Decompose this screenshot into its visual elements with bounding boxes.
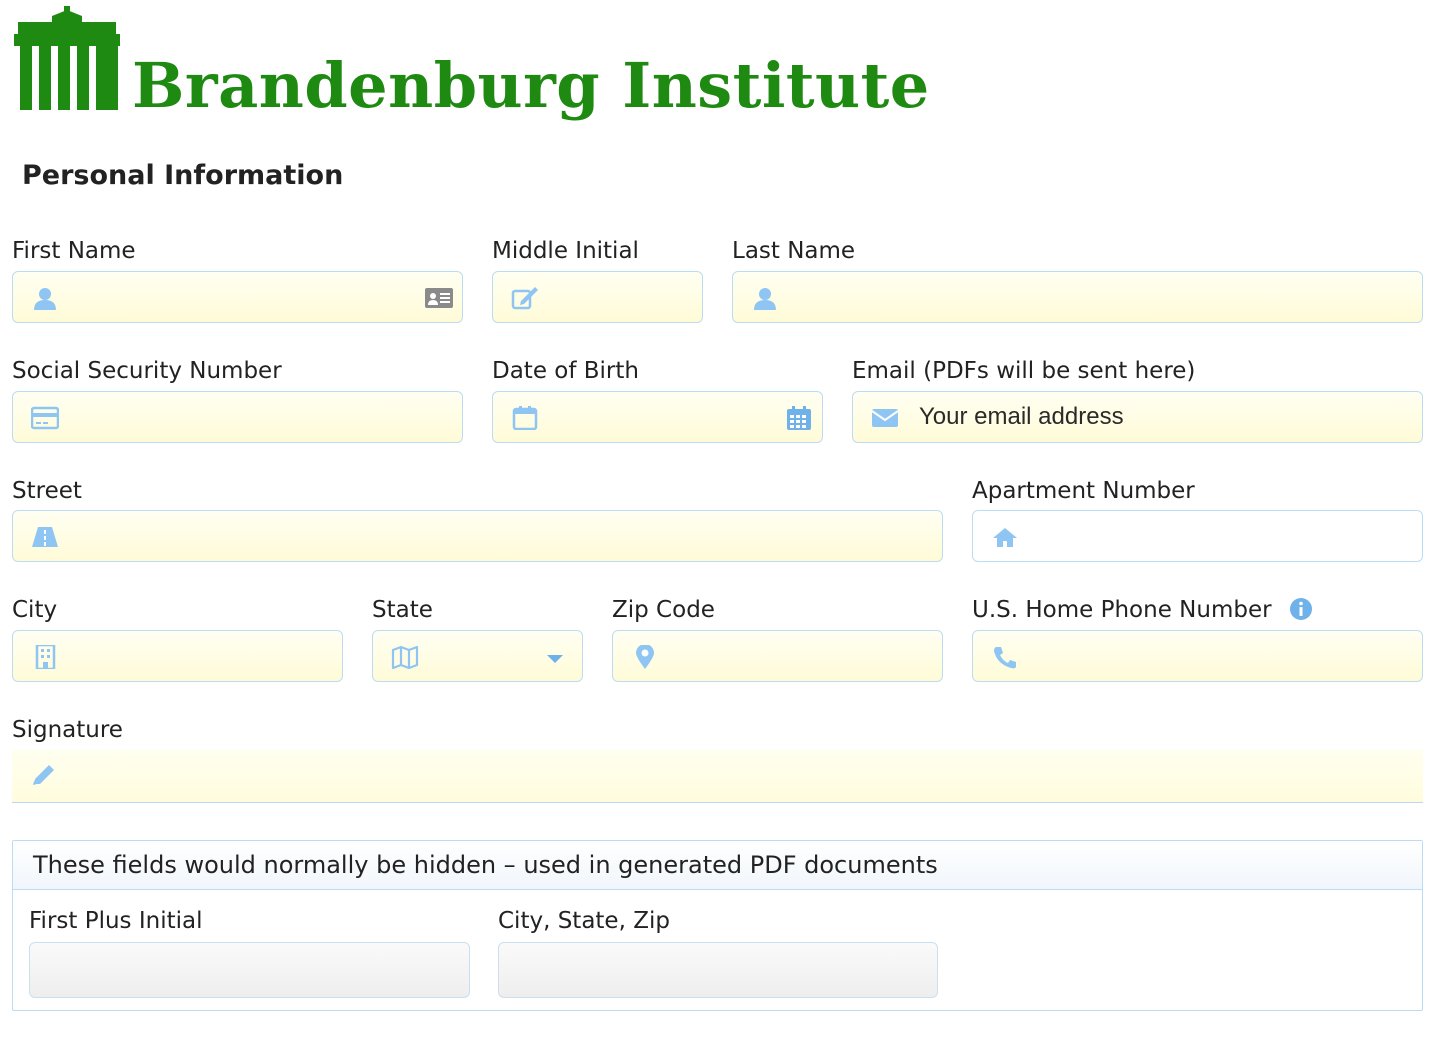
email-label: Email (PDFs will be sent here) [852,358,1196,384]
id-card-icon [425,288,453,308]
calendar-grid-icon[interactable] [784,406,814,430]
zip-field[interactable] [612,630,943,682]
last-name-label: Last Name [732,238,856,264]
city-state-zip-label: City, State, Zip [498,908,670,934]
middle-initial-field[interactable] [492,271,703,323]
city-field[interactable] [12,630,343,682]
dob-input[interactable] [493,392,822,442]
last-name-input[interactable] [733,272,1422,322]
hidden-fields-panel: These fields would normally be hidden – … [12,840,1423,1011]
signature-label: Signature [12,717,123,743]
info-icon[interactable] [1289,597,1313,621]
first-plus-initial-field[interactable] [29,942,470,998]
email-input[interactable] [853,392,1422,442]
first-name-label: First Name [12,238,136,264]
phone-input[interactable] [973,631,1422,681]
ssn-field[interactable] [12,391,463,443]
first-plus-initial-input[interactable] [30,943,469,997]
middle-initial-label: Middle Initial [492,238,639,264]
brand-name: Brandenburg Institute [132,49,930,122]
ssn-label: Social Security Number [12,358,282,384]
caret-down-icon[interactable] [540,645,570,669]
pencil-icon [33,765,54,785]
signature-pad[interactable] [12,750,1423,803]
city-input[interactable] [13,631,342,681]
phone-label-text: U.S. Home Phone Number [972,597,1272,623]
dob-label: Date of Birth [492,358,639,384]
zip-input[interactable] [613,631,942,681]
last-name-field[interactable] [732,271,1423,323]
ssn-input[interactable] [13,392,462,442]
state-select[interactable] [372,630,583,682]
apartment-input[interactable] [973,511,1422,561]
city-label: City [12,597,58,623]
street-field[interactable] [12,510,943,562]
apartment-field[interactable] [972,510,1423,562]
first-name-input[interactable] [13,272,462,322]
section-title: Personal Information [22,160,344,191]
state-label: State [372,597,433,623]
phone-field[interactable] [972,630,1423,682]
panel-title: These fields would normally be hidden – … [33,851,938,879]
email-field[interactable] [852,391,1423,443]
brandenburg-gate-icon [14,6,120,110]
apartment-label: Apartment Number [972,478,1195,504]
dob-field[interactable] [492,391,823,443]
middle-initial-input[interactable] [493,272,702,322]
city-state-zip-input[interactable] [499,943,937,997]
zip-label: Zip Code [612,597,715,623]
map-icon [391,645,419,669]
phone-label: U.S. Home Phone Number [972,595,1313,625]
city-state-zip-field[interactable] [498,942,938,998]
street-input[interactable] [13,511,942,561]
first-plus-initial-label: First Plus Initial [29,908,203,934]
brand-logo: Brandenburg Institute [12,4,952,128]
street-label: Street [12,478,82,504]
first-name-field[interactable] [12,271,463,323]
panel-header: These fields would normally be hidden – … [13,841,1422,890]
